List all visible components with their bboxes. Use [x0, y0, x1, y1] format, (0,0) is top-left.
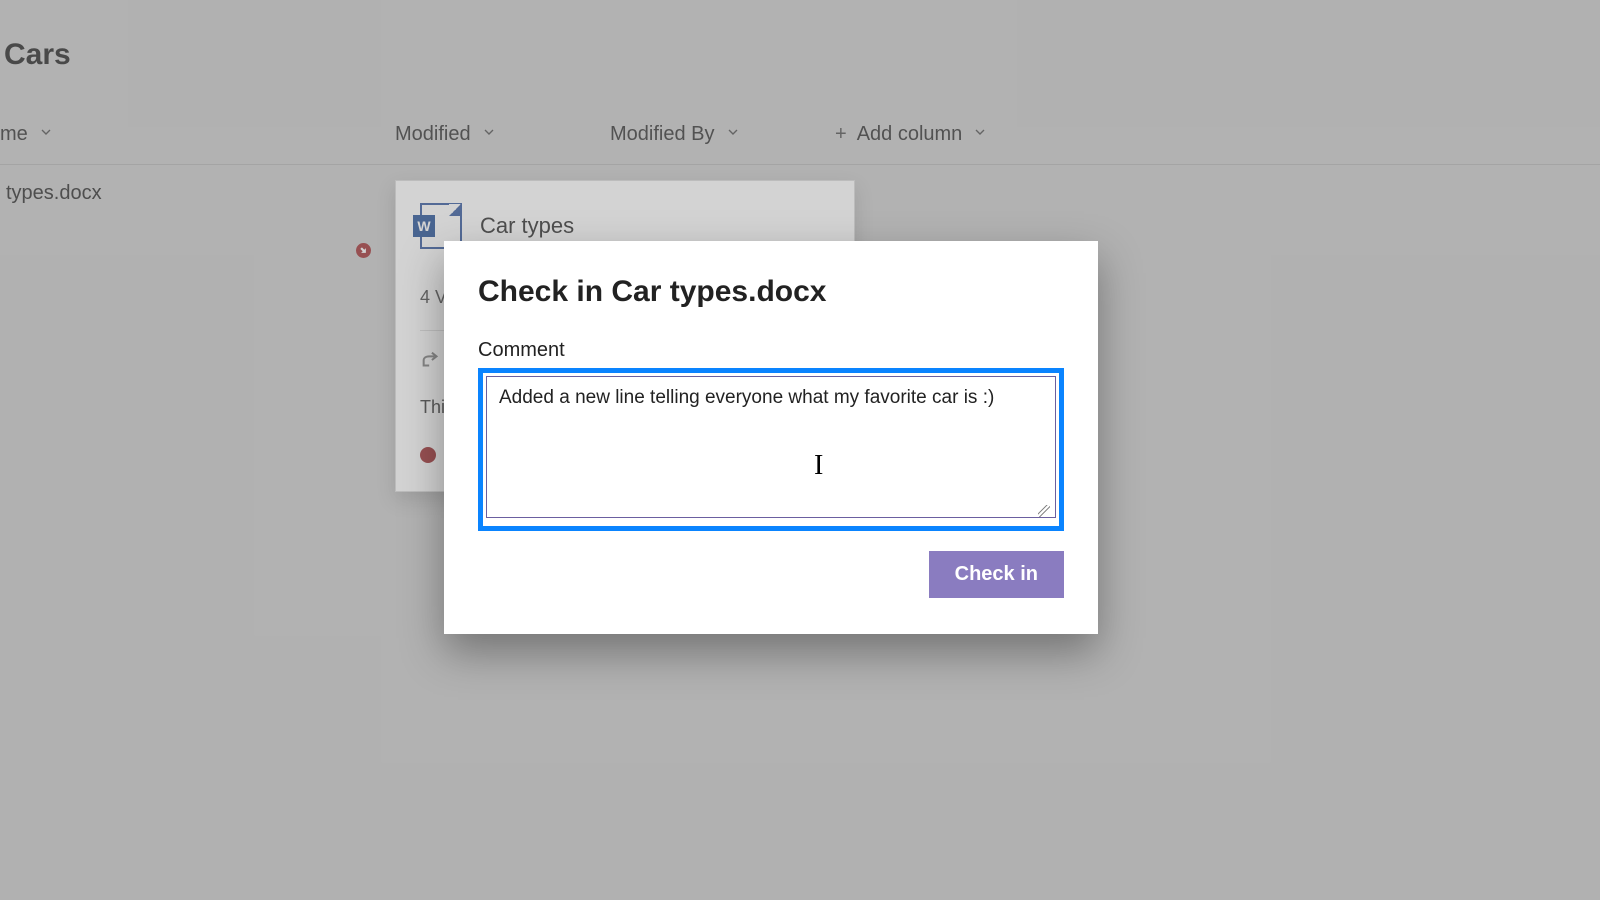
resize-handle-icon[interactable]	[1038, 505, 1050, 517]
comment-field-label: Comment	[478, 339, 1064, 362]
dialog-title: Check in Car types.docx	[478, 275, 1064, 309]
comment-textarea[interactable]	[486, 376, 1056, 518]
check-in-dialog: Check in Car types.docx Comment I Check …	[444, 241, 1098, 634]
comment-field-highlight: I	[478, 368, 1064, 531]
check-in-button[interactable]: Check in	[929, 551, 1064, 598]
